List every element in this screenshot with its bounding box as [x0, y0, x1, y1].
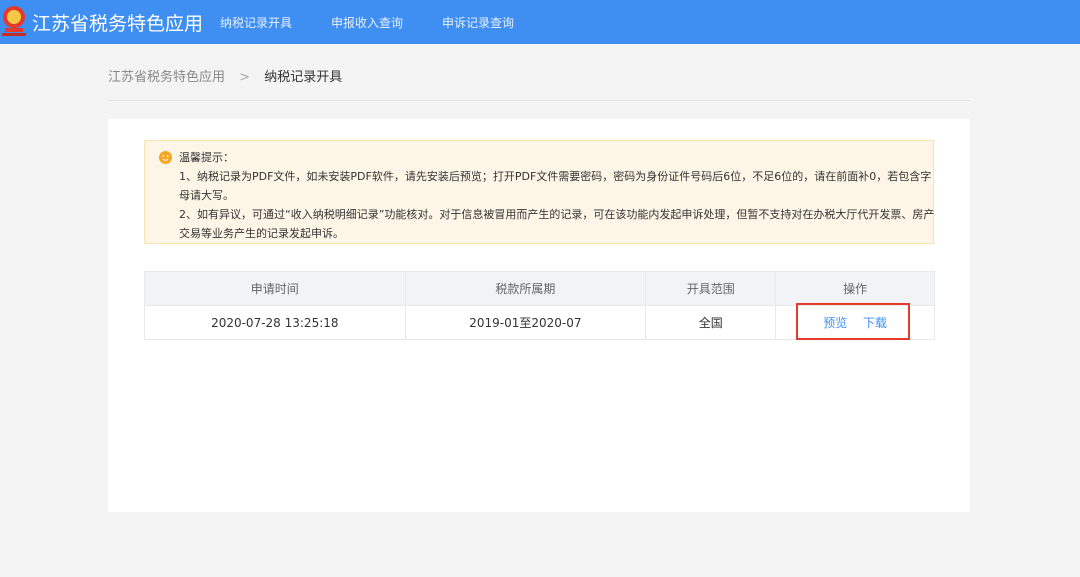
breadcrumb: 江苏省税务特色应用 > 纳税记录开具 [108, 66, 342, 85]
table-header-row: 申请时间 税款所属期 开具范围 操作 [144, 271, 935, 306]
nav-income-query[interactable]: 申报收入查询 [331, 14, 403, 31]
nav-appeal-query[interactable]: 申诉记录查询 [442, 14, 514, 31]
smile-icon [159, 151, 172, 164]
notice-title: 温馨提示： [179, 151, 234, 164]
cell-tax-period: 2019-01至2020-07 [404, 305, 647, 340]
highlight-box [796, 303, 910, 340]
breadcrumb-separator: > [239, 70, 251, 85]
notice-box: 温馨提示： 1、纳税记录为PDF文件，如未安装PDF软件，请先安装后预览；打开P… [144, 140, 934, 244]
nav-tax-record[interactable]: 纳税记录开具 [220, 14, 292, 31]
cell-apply-time: 2020-07-28 13:25:18 [144, 305, 406, 340]
col-apply-time: 申请时间 [144, 271, 406, 306]
cell-scope: 全国 [645, 305, 777, 340]
breadcrumb-current: 纳税记录开具 [264, 70, 343, 85]
top-nav-bar: 江苏省税务特色应用 纳税记录开具 申报收入查询 申诉记录查询 [0, 0, 1080, 44]
col-scope: 开具范围 [645, 271, 777, 306]
divider [108, 100, 970, 101]
col-tax-period: 税款所属期 [404, 271, 647, 306]
app-title: 江苏省税务特色应用 [32, 13, 204, 35]
content-panel: 温馨提示： 1、纳税记录为PDF文件，如未安装PDF软件，请先安装后预览；打开P… [108, 119, 970, 512]
breadcrumb-root[interactable]: 江苏省税务特色应用 [108, 70, 225, 85]
tax-emblem-icon [2, 6, 26, 36]
notice-line-1: 1、纳税记录为PDF文件，如未安装PDF软件，请先安装后预览；打开PDF文件需要… [179, 170, 932, 202]
notice-line-2: 2、如有异议，可通过“收入纳税明细记录”功能核对。对于信息被冒用而产生的记录，可… [179, 208, 935, 240]
col-actions: 操作 [775, 271, 935, 306]
